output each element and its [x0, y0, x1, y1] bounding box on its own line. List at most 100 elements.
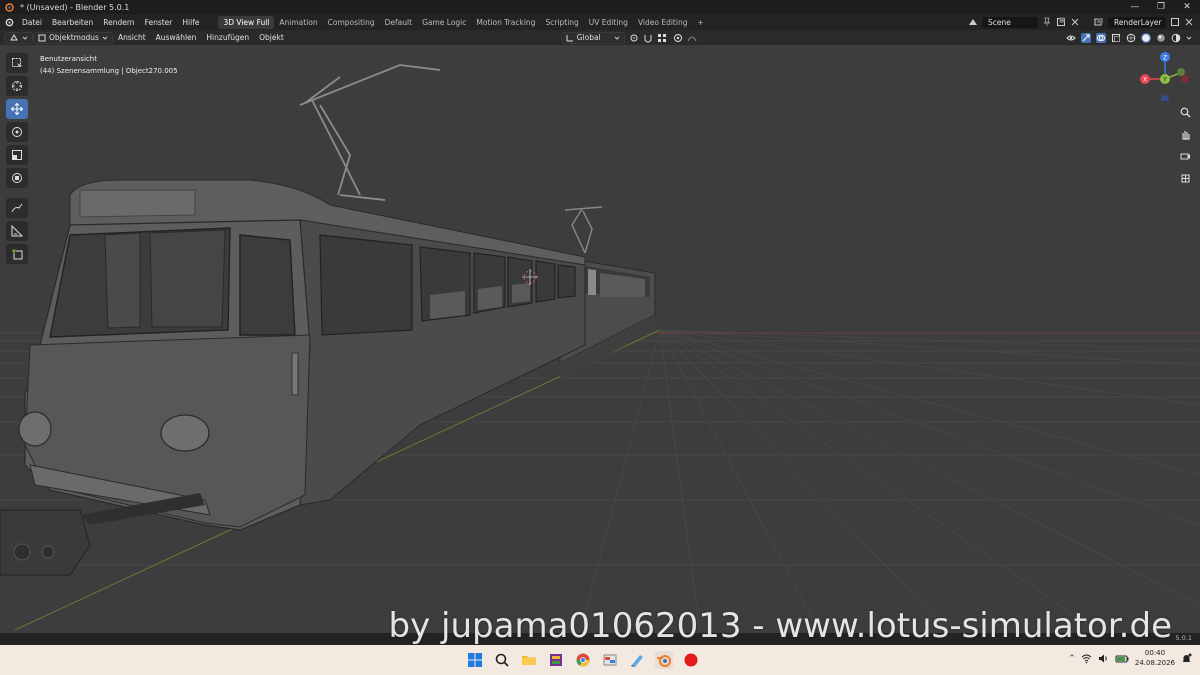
menu-render[interactable]: Rendern — [98, 18, 139, 27]
volume-icon[interactable] — [1098, 653, 1109, 664]
workspace-tab-uv-editing[interactable]: UV Editing — [584, 16, 633, 29]
measure-tool[interactable] — [6, 221, 28, 241]
delete-view-layer-icon[interactable] — [1184, 17, 1194, 27]
workspace-tab-game-logic[interactable]: Game Logic — [417, 16, 471, 29]
navigation-gizmo[interactable]: Z X Y — [1140, 51, 1190, 101]
shading-material-icon[interactable] — [1156, 33, 1166, 43]
menu-edit[interactable]: Bearbeiten — [47, 18, 98, 27]
menu-view[interactable]: Ansicht — [113, 33, 151, 42]
blender-menu-icon[interactable] — [4, 17, 14, 27]
taskbar-app-editor[interactable] — [628, 651, 646, 669]
taskbar-recorder[interactable] — [682, 651, 700, 669]
gizmo-x-label: X — [1143, 77, 1147, 84]
add-cube-icon — [12, 249, 23, 260]
clock-date: 24.08.2026 — [1134, 659, 1175, 667]
workspace-tab-compositing[interactable]: Compositing — [323, 16, 380, 29]
menu-help[interactable]: Hilfe — [177, 18, 204, 27]
workspace-tab-default[interactable]: Default — [380, 16, 417, 29]
camera-view-button[interactable] — [1176, 147, 1194, 165]
scene-selector[interactable]: Scene — [982, 16, 1038, 28]
falloff-icon[interactable] — [687, 33, 697, 43]
wifi-icon[interactable] — [1081, 653, 1092, 664]
transform-tool[interactable] — [6, 168, 28, 188]
perspective-toggle-button[interactable] — [1176, 169, 1194, 187]
workspace-tab-video-editing[interactable]: Video Editing — [633, 16, 693, 29]
pan-button[interactable] — [1176, 125, 1194, 143]
chrome-icon — [576, 653, 590, 667]
snap-target-icon[interactable] — [657, 33, 667, 43]
editor-app-icon — [631, 655, 643, 667]
menu-object[interactable]: Objekt — [254, 33, 289, 42]
show-hidden-icons-button[interactable]: ^ — [1069, 654, 1075, 662]
taskbar-clock[interactable]: 00:40 24.08.2026 — [1135, 648, 1175, 668]
chevron-down-icon — [614, 36, 620, 40]
3d-viewport[interactable]: Benutzeransicht (44) Szenensammlung | Ob… — [0, 45, 1200, 633]
taskbar-blender[interactable] — [655, 651, 673, 669]
scene-icon — [969, 19, 977, 25]
view-name: Benutzeransicht — [40, 55, 97, 63]
add-cube-tool[interactable] — [6, 244, 28, 264]
mode-selector[interactable]: Objektmodus — [33, 31, 113, 44]
menu-select[interactable]: Auswählen — [151, 33, 202, 42]
xray-toggle-icon[interactable] — [1111, 33, 1121, 43]
shading-rendered-icon[interactable] — [1171, 33, 1181, 43]
folder-icon — [522, 656, 536, 665]
minimize-button[interactable]: — — [1122, 2, 1148, 12]
taskbar-chrome[interactable] — [574, 651, 592, 669]
record-icon — [684, 653, 698, 667]
menu-window[interactable]: Fenster — [140, 18, 178, 27]
pantograph-rear — [564, 206, 603, 254]
shading-wireframe-icon[interactable] — [1126, 33, 1136, 43]
shading-solid-icon[interactable] — [1141, 32, 1151, 43]
taskbar-app-tools[interactable] — [601, 651, 619, 669]
chevron-down-icon[interactable] — [1186, 33, 1192, 43]
notification-bell-icon[interactable] — [1181, 653, 1192, 664]
tram-main-car — [0, 179, 586, 576]
transform-orientation-selector[interactable]: Global — [560, 31, 625, 44]
taskbar-file-explorer[interactable] — [520, 651, 538, 669]
workspace-tab-animation[interactable]: Animation — [274, 16, 322, 29]
taskbar-archive-app[interactable] — [547, 651, 565, 669]
clock-time: 00:40 — [1144, 649, 1166, 657]
add-workspace-button[interactable]: + — [692, 16, 708, 29]
close-button[interactable]: ✕ — [1174, 2, 1200, 12]
snap-icon[interactable] — [643, 33, 653, 43]
rotate-icon — [12, 127, 22, 137]
top-menu-bar: Datei Bearbeiten Rendern Fenster Hilfe 3… — [0, 14, 1200, 30]
pivot-point-icon[interactable] — [629, 33, 639, 43]
scale-icon — [12, 150, 22, 160]
overlay-toggle-icon[interactable] — [1096, 32, 1106, 43]
search-icon — [495, 653, 509, 667]
move-tool[interactable] — [6, 99, 28, 119]
menu-add[interactable]: Hinzufügen — [201, 33, 254, 42]
windows-start-icon — [468, 653, 482, 667]
mode-label: Objektmodus — [49, 33, 99, 42]
start-button[interactable] — [466, 651, 484, 669]
delete-scene-icon[interactable] — [1070, 17, 1080, 27]
cursor-tool[interactable] — [6, 76, 28, 96]
menu-file[interactable]: Datei — [17, 18, 47, 27]
viewport-info-overlay: Benutzeransicht (44) Szenensammlung | Ob… — [40, 53, 178, 77]
workspace-tab-motion-tracking[interactable]: Motion Tracking — [471, 16, 540, 29]
global-axes-icon — [566, 34, 573, 41]
workspace-tab-scripting[interactable]: Scripting — [540, 16, 583, 29]
pin-icon[interactable] — [1042, 17, 1052, 27]
annotate-tool[interactable] — [6, 198, 28, 218]
visibility-eye-icon[interactable] — [1066, 33, 1076, 43]
battery-icon[interactable] — [1115, 653, 1129, 664]
proportional-editing-icon[interactable] — [673, 33, 683, 43]
new-view-layer-icon[interactable] — [1170, 17, 1180, 27]
workspace-tab-3d-view-full[interactable]: 3D View Full — [218, 15, 275, 29]
new-scene-icon[interactable] — [1056, 17, 1066, 27]
gizmo-toggle-icon[interactable] — [1081, 32, 1091, 43]
taskbar-search-button[interactable] — [493, 651, 511, 669]
chevron-down-icon — [22, 36, 28, 40]
scale-tool[interactable] — [6, 145, 28, 165]
select-box-tool[interactable] — [6, 53, 28, 73]
render-layer-selector[interactable]: RenderLayer — [1108, 16, 1166, 28]
editor-type-selector[interactable] — [4, 31, 33, 44]
zoom-button[interactable] — [1176, 103, 1194, 121]
maximize-button[interactable]: ❐ — [1148, 2, 1174, 12]
rotate-tool[interactable] — [6, 122, 28, 142]
hand-icon — [1181, 130, 1190, 140]
